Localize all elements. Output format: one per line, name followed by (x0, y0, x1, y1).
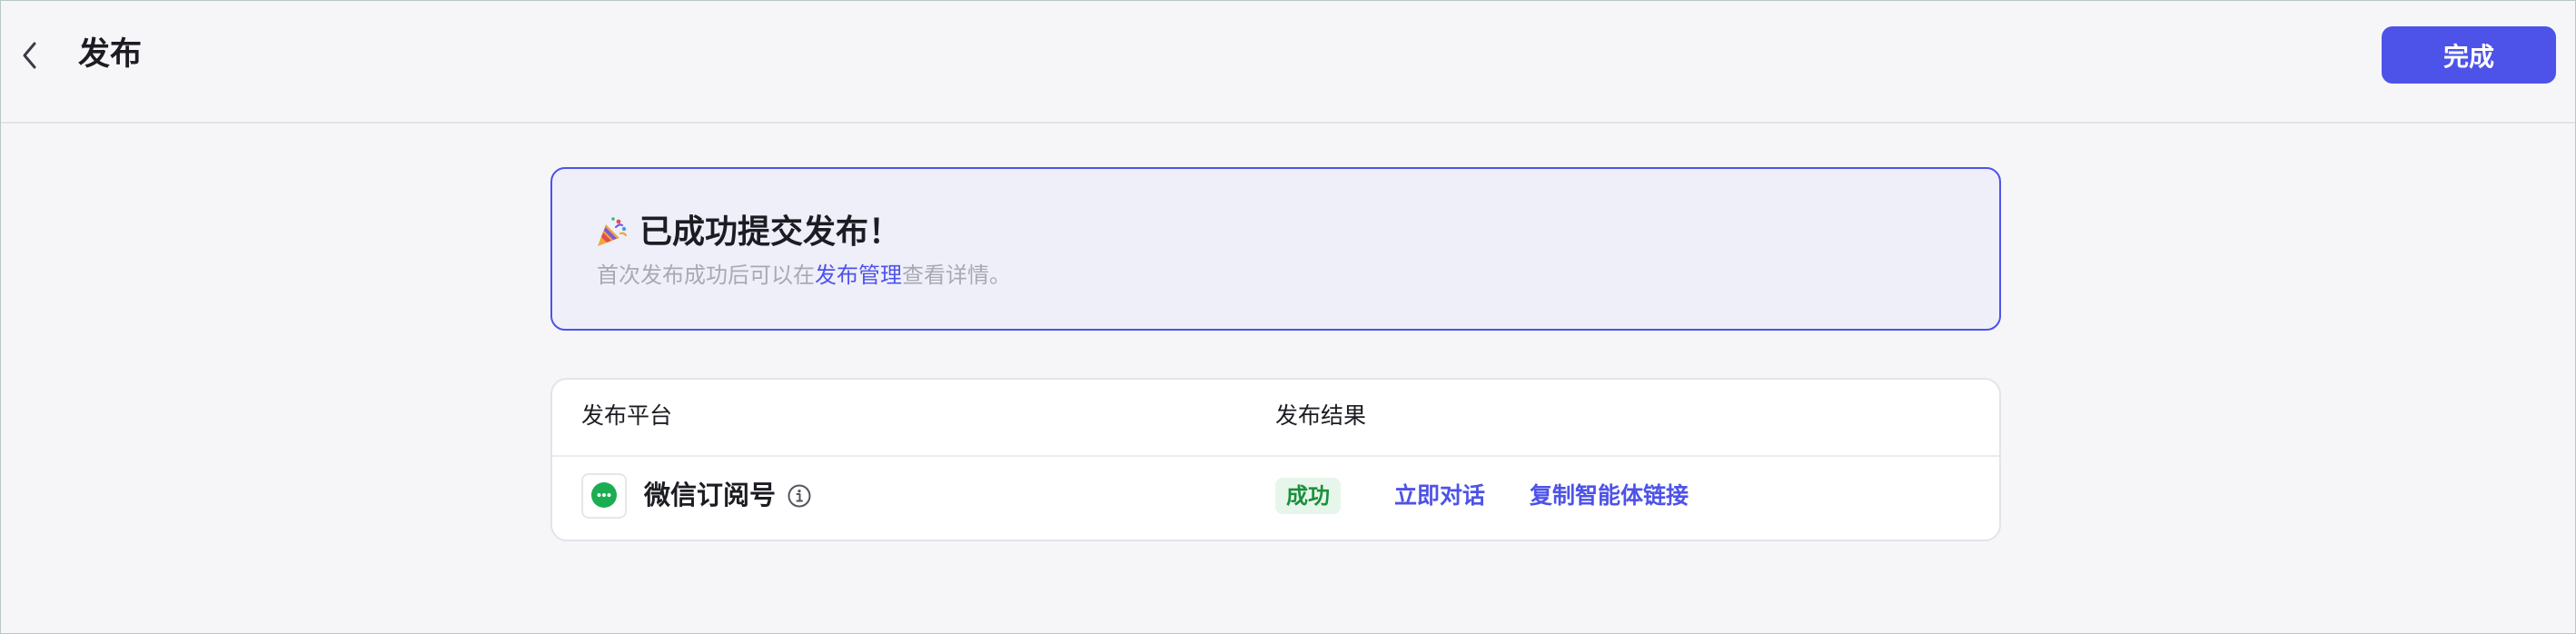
party-popper-icon (598, 217, 628, 246)
success-description: 首次发布成功后可以在发布管理查看详情。 (597, 260, 1011, 291)
chevron-left-icon (23, 42, 36, 69)
table-row: 微信订阅号 成功 立即对话 复制智能体链接 (552, 457, 1999, 540)
success-desc-prefix: 首次发布成功后可以在 (597, 263, 815, 288)
success-banner: 已成功提交发布！ 首次发布成功后可以在发布管理查看详情。 (550, 167, 2001, 331)
info-icon[interactable] (787, 483, 812, 509)
publish-management-link[interactable]: 发布管理 (815, 263, 902, 288)
table-header: 发布平台 发布结果 (552, 380, 1999, 457)
status-badge: 成功 (1275, 478, 1341, 514)
platform-icon-box (581, 473, 627, 519)
back-button[interactable] (14, 39, 46, 72)
chat-now-link[interactable]: 立即对话 (1394, 478, 1485, 514)
platform-name: 微信订阅号 (644, 480, 777, 510)
success-title-text: 已成功提交发布！ (639, 213, 902, 251)
wechat-icon (591, 482, 617, 508)
column-header-result: 发布结果 (1275, 402, 1367, 429)
success-heading: 已成功提交发布！ (594, 211, 901, 254)
copy-agent-link-button[interactable]: 复制智能体链接 (1530, 478, 1689, 514)
app-window: 发布 完成 已成功提交发布！ 首次发布成功后可以在发布管理查看详情。 发布平台 … (0, 0, 2576, 634)
column-header-platform: 发布平台 (581, 402, 673, 429)
publish-result-table: 发布平台 发布结果 微信订阅号 成功 立即对话 复制智能体链接 (550, 378, 2001, 541)
success-desc-suffix: 查看详情。 (902, 263, 1011, 288)
header-bar: 发布 完成 (1, 1, 2575, 124)
page-title: 发布 (78, 36, 143, 73)
done-button[interactable]: 完成 (2382, 26, 2556, 84)
